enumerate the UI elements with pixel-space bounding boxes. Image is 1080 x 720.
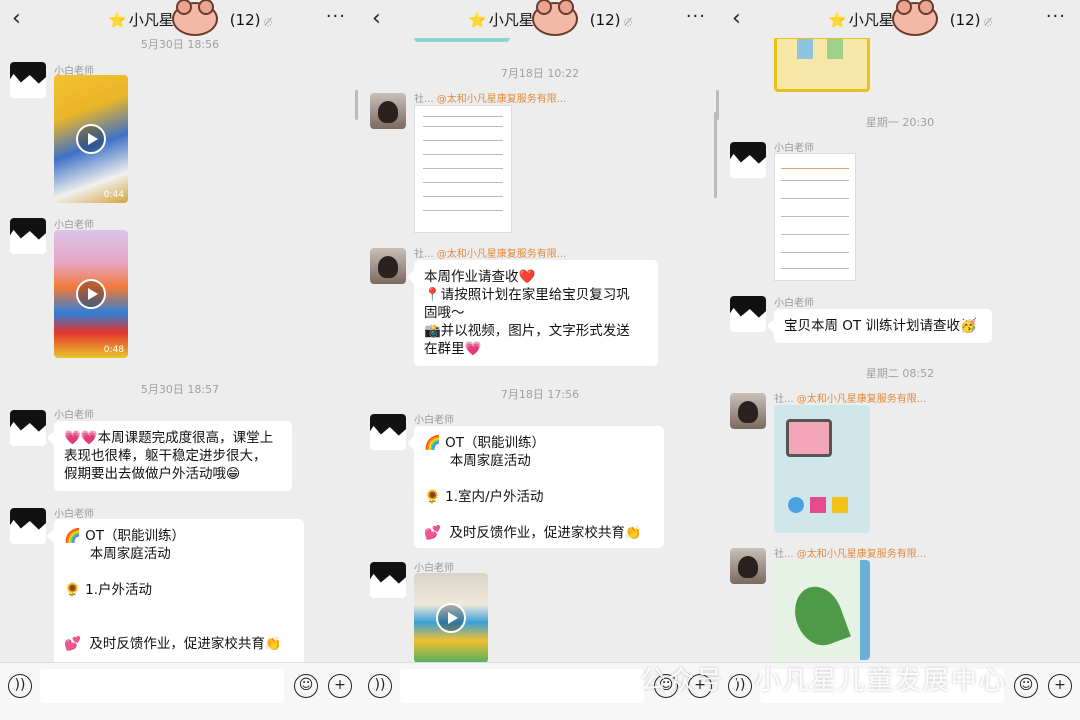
- avatar[interactable]: [730, 142, 766, 178]
- image-figure: [810, 497, 826, 513]
- bear-sticker-icon: [172, 0, 218, 36]
- text-message[interactable]: 🌈 OT（职能训练） 本周家庭活动 🌻 1.室内/户外活动 💕 及时反馈作业，促…: [414, 426, 664, 548]
- sender-name: 小白老师: [774, 143, 814, 154]
- sender-name: 小白老师: [414, 415, 454, 426]
- emoji-icon[interactable]: ☺: [1014, 674, 1038, 698]
- avatar[interactable]: [730, 393, 766, 429]
- voice-icon[interactable]: )): [8, 674, 32, 698]
- sender-name: 小白老师: [414, 563, 454, 574]
- back-button[interactable]: ‹: [732, 6, 741, 31]
- bear-sticker-icon: [892, 0, 938, 36]
- voice-icon[interactable]: )): [368, 674, 392, 698]
- text-message[interactable]: 🌈 OT（职能训练） 本周家庭活动 🌻 1.户外活动 💕 及时反馈作业，促进家校…: [54, 519, 304, 669]
- video-duration: 0:48: [103, 345, 124, 355]
- text-message[interactable]: 💗💗本周课题完成度很高，课堂上 表现也很棒，躯干稳定进步很大， 假期要出去做做户…: [54, 421, 292, 491]
- timestamp: 星期一 20:30: [865, 116, 935, 129]
- timestamp: 7月18日 10:22: [500, 67, 580, 80]
- sender-name: 小白老师: [54, 509, 94, 520]
- image-figure: [860, 560, 870, 660]
- watermark: 公众号 · 小凡星儿童发展中心: [600, 660, 1007, 697]
- message-input[interactable]: [40, 669, 284, 703]
- avatar[interactable]: [10, 218, 46, 254]
- image-message-table[interactable]: [774, 153, 856, 281]
- back-button[interactable]: ‹: [372, 6, 381, 31]
- image-figure: [786, 419, 832, 457]
- plus-icon[interactable]: +: [1048, 674, 1072, 698]
- text-message[interactable]: 宝贝本周 OT 训练计划请查收🥳: [774, 309, 992, 343]
- chat-header: ‹ ⭐ 小凡星 (12) ◌̸ ···: [720, 0, 1080, 38]
- avatar[interactable]: [730, 548, 766, 584]
- play-icon: [76, 124, 106, 154]
- play-icon: [436, 603, 466, 633]
- video-duration: 0:44: [103, 190, 124, 200]
- sender-name: 社... @太和小凡星康复服务有限...: [774, 549, 927, 560]
- timestamp: 星期二 08:52: [865, 367, 935, 380]
- image-message-document[interactable]: [414, 105, 512, 233]
- chat-panel-2: ‹ ⭐ 小凡星 (12) ◌̸ ··· 7月18日 10:22 社... @太和小凡星…: [360, 0, 720, 720]
- video-message[interactable]: 0:44: [54, 75, 128, 203]
- image-message-card[interactable]: [774, 560, 870, 660]
- scrollbar[interactable]: [714, 112, 717, 198]
- plus-icon[interactable]: +: [328, 674, 352, 698]
- timestamp: 5月30日 18:57: [140, 383, 220, 396]
- star-icon: ⭐: [828, 11, 847, 29]
- emoji-icon[interactable]: ☺: [294, 674, 318, 698]
- mute-icon: ◌̸: [263, 17, 273, 28]
- avatar[interactable]: [730, 296, 766, 332]
- chat-panel-1: ‹ ⭐ 小凡星 (12) ◌̸ ··· 5月30日 18:56 小白老师 0:44 小…: [0, 0, 360, 720]
- text-message[interactable]: 本周作业请查收❤️ 📍请按照计划在家里给宝贝复习巩 固哦～ 📸并以视频，图片，文…: [414, 260, 658, 366]
- more-button[interactable]: ···: [326, 6, 346, 27]
- chat-header: ‹ ⭐ 小凡星 (12) ◌̸ ···: [0, 0, 360, 38]
- scrollbar[interactable]: [355, 90, 358, 120]
- timestamp: 7月18日 17:56: [500, 388, 580, 401]
- mute-icon: ◌̸: [623, 17, 633, 28]
- image-figure: [788, 497, 804, 513]
- avatar[interactable]: [10, 410, 46, 446]
- avatar[interactable]: [370, 562, 406, 598]
- avatar[interactable]: [10, 62, 46, 98]
- wechat-logo-icon: [600, 669, 634, 695]
- sender-name: 小白老师: [54, 220, 94, 231]
- star-icon: ⭐: [468, 11, 487, 29]
- image-message-card[interactable]: [774, 36, 870, 92]
- input-bar: )) ☺ +: [0, 662, 360, 720]
- bear-sticker-icon: [532, 0, 578, 36]
- image-figure: [797, 39, 813, 59]
- avatar[interactable]: [10, 508, 46, 544]
- image-message-card[interactable]: [774, 405, 870, 533]
- play-icon: [76, 279, 106, 309]
- avatar[interactable]: [370, 93, 406, 129]
- video-message[interactable]: 0:48: [54, 230, 128, 358]
- leaf-image: [787, 579, 851, 653]
- sender-name: 小白老师: [54, 410, 94, 421]
- chat-panel-3: ‹ ⭐ 小凡星 (12) ◌̸ ··· 星期一 20:30 小白老师 小白老师 宝贝本…: [720, 0, 1080, 720]
- sender-name: 社... @太和小凡星康复服务有限...: [414, 94, 567, 105]
- more-button[interactable]: ···: [1046, 6, 1066, 27]
- timestamp: 5月30日 18:56: [140, 38, 220, 51]
- video-message[interactable]: [414, 573, 488, 663]
- more-button[interactable]: ···: [686, 6, 706, 27]
- sender-name: 小白老师: [774, 298, 814, 309]
- avatar[interactable]: [370, 248, 406, 284]
- avatar[interactable]: [370, 414, 406, 450]
- chat-header: ‹ ⭐ 小凡星 (12) ◌̸ ···: [360, 0, 720, 38]
- sender-name: 社... @太和小凡星康复服务有限...: [414, 249, 567, 260]
- mute-icon: ◌̸: [983, 17, 993, 28]
- image-figure: [827, 39, 843, 59]
- star-icon: ⭐: [108, 11, 127, 29]
- back-button[interactable]: ‹: [12, 6, 21, 31]
- sender-name: 社... @太和小凡星康复服务有限...: [774, 394, 927, 405]
- image-figure: [832, 497, 848, 513]
